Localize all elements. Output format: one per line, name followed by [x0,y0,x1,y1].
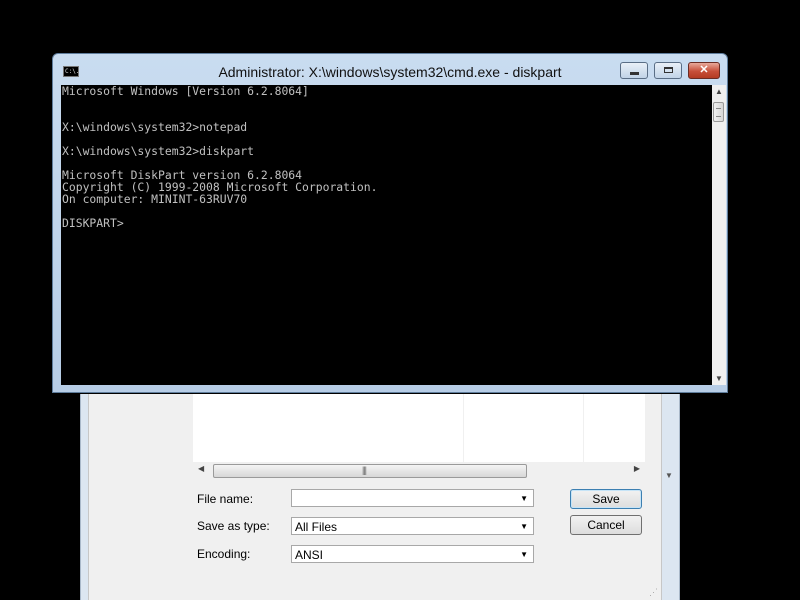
scroll-left-arrow-icon[interactable]: ◀ [198,464,204,473]
encoding-value: ANSI [295,548,324,562]
cmd-window: C:\. Administrator: X:\windows\system32\… [52,53,728,393]
console-line: X:\windows\system32>notepad [62,120,248,134]
save-as-type-label: Save as type: [197,519,270,533]
encoding-label: Encoding: [197,547,251,561]
console-line: Microsoft Windows [Version 6.2.8064] [62,85,309,98]
file-list-pane[interactable] [193,394,645,462]
scroll-right-arrow-icon[interactable]: ▶ [634,464,640,473]
scroll-grip-icon: ||| [362,465,367,475]
close-icon: ✕ [699,64,709,76]
encoding-select[interactable]: ANSI ▼ [291,545,534,563]
minimize-icon [629,72,639,75]
console-output[interactable]: Microsoft Windows [Version 6.2.8064] X:\… [61,85,712,385]
chevron-down-icon[interactable]: ▼ [520,490,528,508]
close-button[interactable]: ✕ [688,62,720,79]
console-line: X:\windows\system32>diskpart [62,144,255,158]
dialog-side-scrollbar[interactable]: ▼ [663,394,675,504]
maximize-button[interactable] [654,62,682,79]
save-as-type-value: All Files [295,520,338,534]
file-name-combobox[interactable]: ▼ [291,489,534,507]
save-as-type-select[interactable]: All Files ▼ [291,517,534,535]
save-button[interactable]: Save [570,489,642,509]
save-as-dialog-body: ◀ ||| ▶ File name: ▼ Save as type: All F… [88,394,662,600]
file-name-label: File name: [197,492,254,506]
console-vertical-scrollbar[interactable]: ▲ ▼ [712,85,726,385]
resize-grip-icon[interactable]: ⋰ [649,587,658,598]
chevron-down-icon[interactable]: ▼ [520,518,528,536]
console-line: On computer: MININT-63RUV70 [62,192,248,206]
column-divider [463,394,464,462]
save-as-dialog: ◀ ||| ▶ File name: ▼ Save as type: All F… [80,394,680,600]
vertical-scroll-thumb[interactable] [713,102,724,122]
horizontal-scroll-thumb[interactable]: ||| [213,464,527,478]
scroll-up-arrow-icon[interactable]: ▲ [715,87,723,96]
scroll-down-arrow-icon[interactable]: ▼ [715,374,723,383]
column-divider [583,394,584,462]
maximize-icon [663,67,673,73]
chevron-down-icon[interactable]: ▼ [520,546,528,564]
minimize-button[interactable] [620,62,648,79]
scroll-down-arrow-icon[interactable]: ▼ [665,471,673,480]
console-line: DISKPART> [62,216,124,230]
cmd-title-bar[interactable]: C:\. Administrator: X:\windows\system32\… [53,54,727,86]
cancel-button[interactable]: Cancel [570,515,642,535]
console-text: Microsoft Windows [Version 6.2.8064] X:\… [61,85,712,229]
file-list-horizontal-scrollbar[interactable]: ◀ ||| ▶ [193,462,645,478]
scroll-grip-icon [716,108,721,117]
